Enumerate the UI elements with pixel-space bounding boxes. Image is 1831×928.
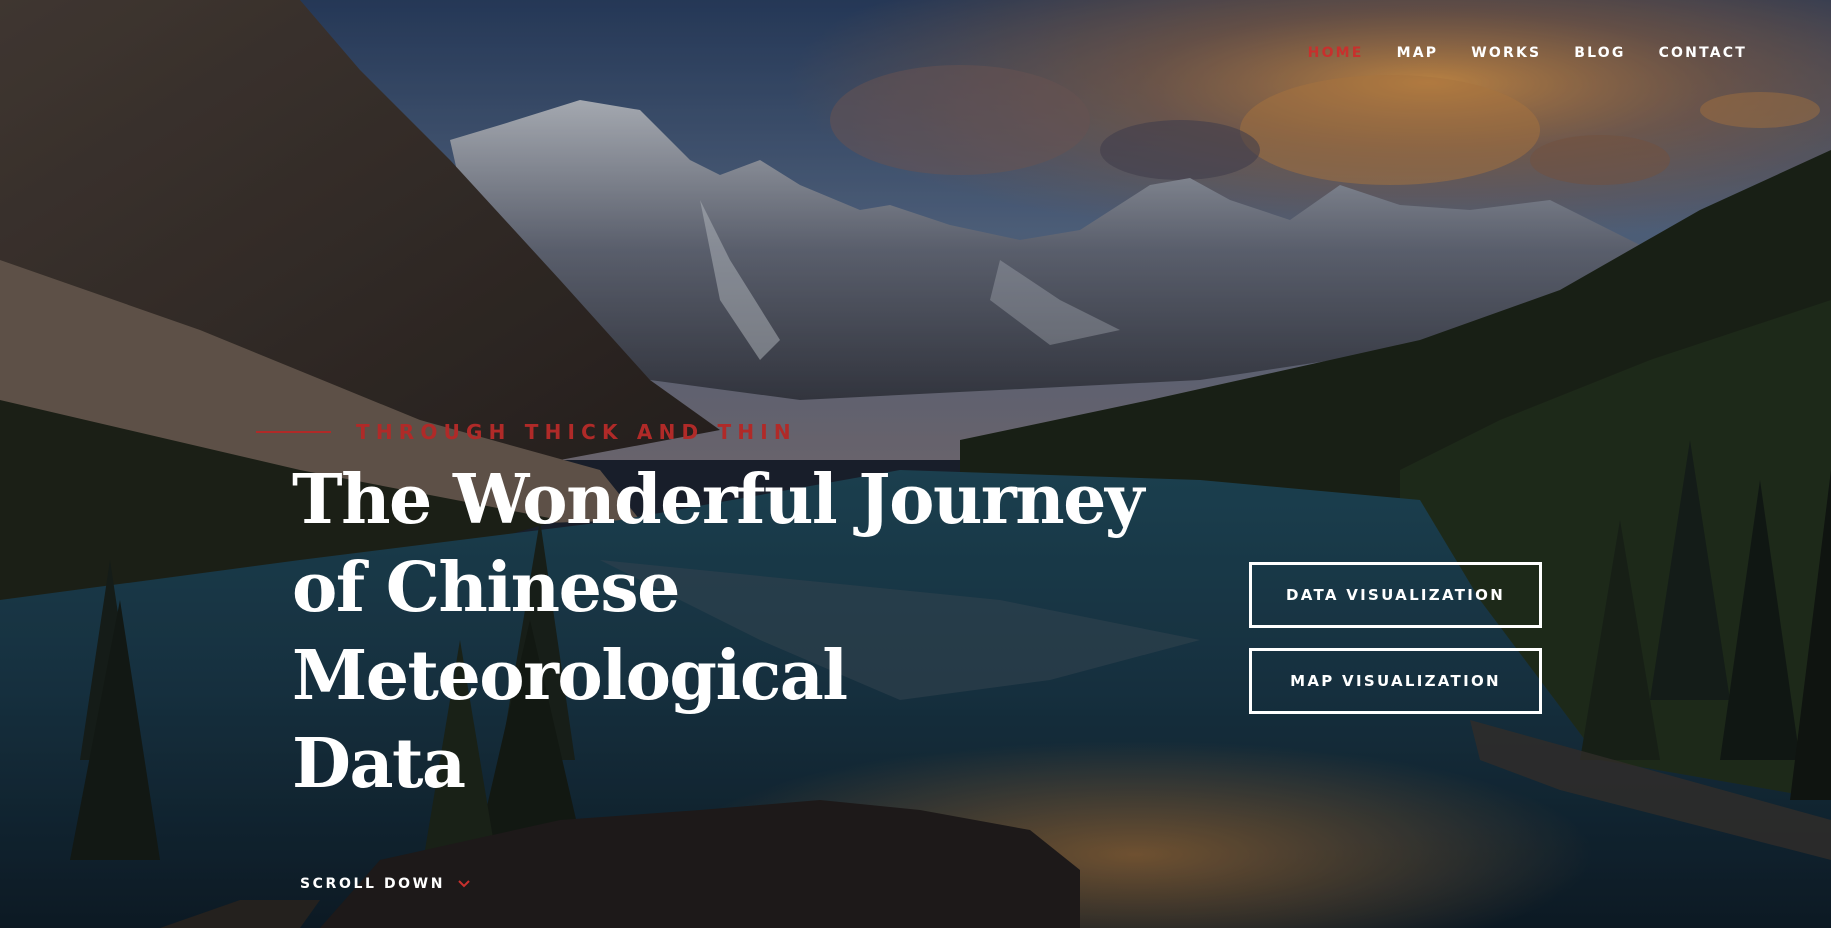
eyebrow-rule bbox=[256, 431, 331, 433]
nav-item-contact: CONTACT bbox=[1659, 44, 1747, 62]
hero-title: The Wonderful Journey of Chinese Meteoro… bbox=[292, 456, 1192, 808]
nav-item-home: HOME bbox=[1308, 44, 1364, 62]
nav-link-contact[interactable]: CONTACT bbox=[1659, 45, 1747, 61]
eyebrow-text: THROUGH THICK AND THIN bbox=[356, 420, 797, 444]
nav-link-works[interactable]: WORKS bbox=[1471, 45, 1541, 61]
data-visualization-button[interactable]: DATA VISUALIZATION bbox=[1249, 562, 1542, 628]
hero-eyebrow: THROUGH THICK AND THIN bbox=[256, 420, 797, 444]
main-nav: HOME MAP WORKS BLOG CONTACT bbox=[1308, 44, 1747, 62]
nav-link-blog[interactable]: BLOG bbox=[1574, 45, 1625, 61]
map-visualization-button[interactable]: MAP VISUALIZATION bbox=[1249, 648, 1542, 714]
scroll-down-label: SCROLL DOWN bbox=[300, 876, 446, 892]
chevron-down-icon bbox=[458, 880, 470, 888]
nav-link-home[interactable]: HOME bbox=[1308, 45, 1364, 61]
scroll-down-link[interactable]: SCROLL DOWN bbox=[300, 876, 471, 892]
nav-link-map[interactable]: MAP bbox=[1397, 45, 1439, 61]
nav-item-blog: BLOG bbox=[1574, 44, 1625, 62]
hero-title-line: of Chinese Meteorological bbox=[292, 548, 848, 716]
nav-item-map: MAP bbox=[1397, 44, 1439, 62]
hero-title-line: The Wonderful Journey bbox=[292, 460, 1144, 540]
hero-title-line: Data bbox=[292, 724, 466, 804]
nav-item-works: WORKS bbox=[1471, 44, 1541, 62]
